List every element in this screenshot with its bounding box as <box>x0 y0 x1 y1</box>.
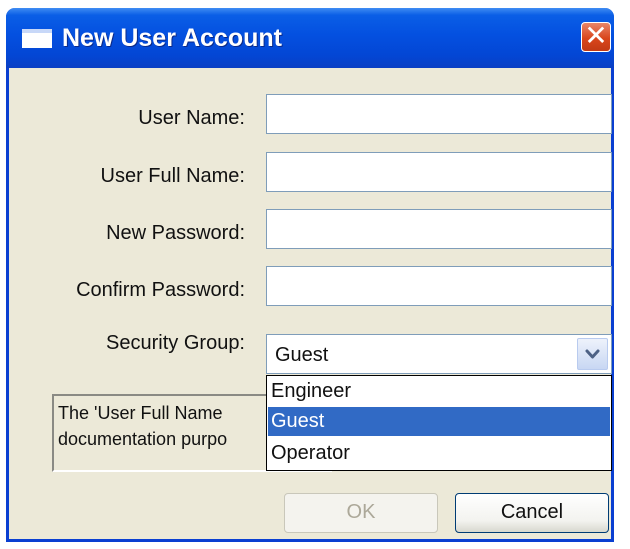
new-user-account-dialog: New User Account ✕ User Name: User Full … <box>6 8 614 542</box>
security-group-select[interactable]: Guest <box>266 334 612 374</box>
user-full-name-label: User Full Name: <box>100 165 245 187</box>
dropdown-option-operator[interactable]: Operator <box>268 439 610 468</box>
confirm-password-label: Confirm Password: <box>76 279 245 301</box>
window-title: New User Account <box>62 24 282 52</box>
new-password-input[interactable] <box>266 209 612 249</box>
window-icon <box>22 29 52 48</box>
dropdown-arrow-button[interactable] <box>577 338 608 370</box>
chevron-down-icon <box>585 349 600 359</box>
dropdown-option-guest[interactable]: Guest <box>268 407 610 436</box>
user-name-input[interactable] <box>266 94 612 134</box>
close-button[interactable]: ✕ <box>581 22 611 52</box>
ok-button[interactable]: OK <box>284 493 438 533</box>
dropdown-option-engineer[interactable]: Engineer <box>268 377 610 406</box>
title-bar[interactable]: New User Account ✕ <box>6 8 614 68</box>
security-group-label: Security Group: <box>106 332 245 354</box>
security-group-value: Guest <box>275 344 329 366</box>
new-password-label: New Password: <box>106 222 245 244</box>
cancel-button[interactable]: Cancel <box>455 493 609 533</box>
user-full-name-input[interactable] <box>266 152 612 192</box>
security-group-dropdown-list: Engineer Guest Operator <box>266 375 612 471</box>
user-name-label: User Name: <box>138 107 245 129</box>
confirm-password-input[interactable] <box>266 266 612 306</box>
